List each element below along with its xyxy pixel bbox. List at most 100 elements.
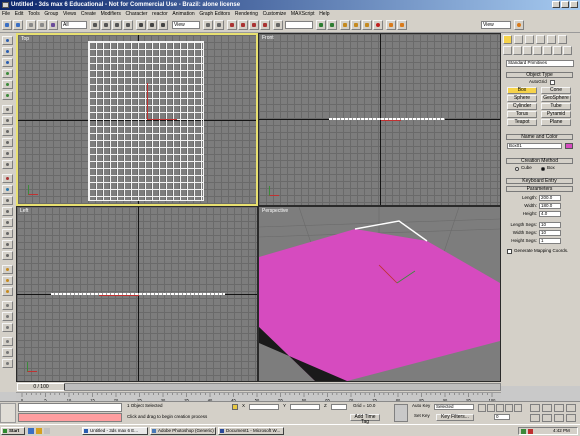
align-icon[interactable] [327, 20, 337, 30]
bind-spacewarp-icon[interactable] [48, 20, 58, 30]
hierarchy-tab-icon[interactable] [525, 35, 534, 44]
rollout-creation-method[interactable]: Creation Method [506, 158, 573, 164]
viewport-label-perspective[interactable]: Perspective [262, 208, 288, 214]
sphere-button[interactable]: Sphere [507, 95, 537, 102]
soft-body-icon[interactable] [2, 69, 13, 78]
angle-snap-icon[interactable] [238, 20, 248, 30]
mirror-icon[interactable] [316, 20, 326, 30]
deforming-mesh-icon[interactable] [2, 91, 13, 100]
lights-icon[interactable] [523, 46, 532, 55]
rollout-object-type[interactable]: Object Type [506, 72, 573, 78]
cone-button[interactable]: Cone [541, 87, 571, 94]
pivot-center-icon[interactable] [203, 20, 213, 30]
menu-modifiers[interactable]: Modifiers [101, 10, 121, 18]
box-object-top[interactable] [88, 41, 204, 201]
render-last-icon[interactable] [514, 20, 524, 30]
systems-icon[interactable] [563, 46, 572, 55]
y-coord-input[interactable] [290, 404, 320, 410]
pyramid-button[interactable]: Pyramid [541, 111, 571, 118]
tube-button[interactable]: Tube [541, 103, 571, 110]
maxscript-mini-listener[interactable] [18, 403, 122, 412]
cube-radio[interactable] [515, 167, 519, 171]
hinge-icon[interactable] [2, 207, 13, 216]
select-rotate-icon[interactable] [147, 20, 157, 30]
zoom-all-icon[interactable] [542, 404, 552, 412]
time-slider-thumb[interactable]: 0 / 100 [17, 383, 65, 391]
viewport-front[interactable]: Front [258, 33, 501, 206]
previous-frame-icon[interactable] [487, 404, 495, 412]
box-button[interactable]: Box [507, 87, 537, 94]
desktop-icon[interactable] [44, 428, 50, 434]
delete-keys-icon[interactable] [2, 312, 13, 321]
viewport-label-top[interactable]: Top [21, 36, 29, 42]
viewport-label-front[interactable]: Front [262, 35, 274, 41]
create-animation-icon[interactable] [2, 287, 13, 296]
create-tab-icon[interactable] [503, 35, 512, 44]
next-frame-icon[interactable] [505, 404, 513, 412]
primitive-type-dropdown[interactable]: Standard Primitives [506, 60, 574, 67]
pan-icon[interactable] [542, 414, 552, 422]
teapot-button[interactable]: Teapot [507, 119, 537, 126]
reduce-keys-icon[interactable] [2, 323, 13, 332]
motor-icon[interactable] [2, 138, 13, 147]
taskbar-item-3dsmax[interactable]: Untitled - 3ds max 6 E... [82, 427, 148, 435]
ie-icon[interactable] [28, 428, 34, 434]
layer-manager-icon[interactable] [340, 20, 350, 30]
maxscript-listener-icon[interactable] [0, 403, 16, 423]
go-to-start-icon[interactable] [478, 404, 486, 412]
select-object-icon[interactable] [90, 20, 100, 30]
menu-file[interactable]: File [2, 10, 10, 18]
menu-create[interactable]: Create [81, 10, 96, 18]
rectangular-region-icon[interactable] [112, 20, 122, 30]
viewport-perspective[interactable]: Perspective [258, 206, 501, 382]
cameras-icon[interactable] [533, 46, 542, 55]
menu-views[interactable]: Views [63, 10, 76, 18]
close-button[interactable] [570, 1, 578, 8]
helpers-icon[interactable] [543, 46, 552, 55]
taskbar-item-photoshop[interactable]: Adobe Photoshop (Generic) [150, 427, 216, 435]
rollout-parameters[interactable]: Parameters [506, 186, 573, 192]
length-segs-input[interactable]: 10 [539, 222, 561, 228]
named-selection-icon[interactable] [273, 20, 283, 30]
fracture-icon[interactable] [2, 174, 13, 183]
point-point-icon[interactable] [2, 218, 13, 227]
viewport-top[interactable]: Top [16, 33, 258, 206]
constraint-solver-icon[interactable] [2, 196, 13, 205]
select-manipulate-icon[interactable] [214, 20, 224, 30]
key-filters-button[interactable]: Key Filters... [436, 414, 474, 421]
select-scale-icon[interactable] [158, 20, 168, 30]
go-to-end-icon[interactable] [514, 404, 522, 412]
render-scene-icon[interactable] [386, 20, 396, 30]
toy-car-icon[interactable] [2, 160, 13, 169]
menu-rendering[interactable]: Rendering [235, 10, 258, 18]
menu-edit[interactable]: Edit [15, 10, 24, 18]
current-frame-input[interactable]: 0 [494, 414, 510, 420]
folder-icon[interactable] [36, 428, 42, 434]
convex-test-icon[interactable] [2, 301, 13, 310]
menu-customize[interactable]: Customize [263, 10, 287, 18]
field-of-view-icon[interactable] [530, 414, 540, 422]
z-coord-input[interactable] [331, 404, 347, 410]
modify-tab-icon[interactable] [514, 35, 523, 44]
play-icon[interactable] [496, 404, 504, 412]
analyze-world-icon[interactable] [2, 276, 13, 285]
select-by-name-icon[interactable] [101, 20, 111, 30]
menu-reactor[interactable]: reactor [152, 10, 168, 18]
material-editor-icon[interactable] [373, 20, 383, 30]
start-button[interactable]: Start [1, 427, 25, 435]
cloth-icon[interactable] [2, 58, 13, 67]
viewport-label-left[interactable]: Left [20, 208, 28, 214]
prismatic-icon[interactable] [2, 229, 13, 238]
viewport-left[interactable]: Left [16, 206, 258, 382]
snaps-toggle-icon[interactable] [227, 20, 237, 30]
zoom-icon[interactable] [530, 404, 540, 412]
render-type-dropdown[interactable]: View [481, 21, 511, 29]
about-icon[interactable] [2, 359, 13, 368]
autogrid-checkbox[interactable] [550, 80, 555, 85]
width-segs-input[interactable]: 10 [539, 230, 561, 236]
rollout-keyboard-entry[interactable]: Keyboard Entry [506, 178, 573, 184]
water-icon[interactable] [2, 185, 13, 194]
named-selection-sets-dropdown[interactable] [285, 21, 313, 29]
object-name-input[interactable]: Box01 [507, 143, 562, 149]
menu-character[interactable]: Character [126, 10, 148, 18]
